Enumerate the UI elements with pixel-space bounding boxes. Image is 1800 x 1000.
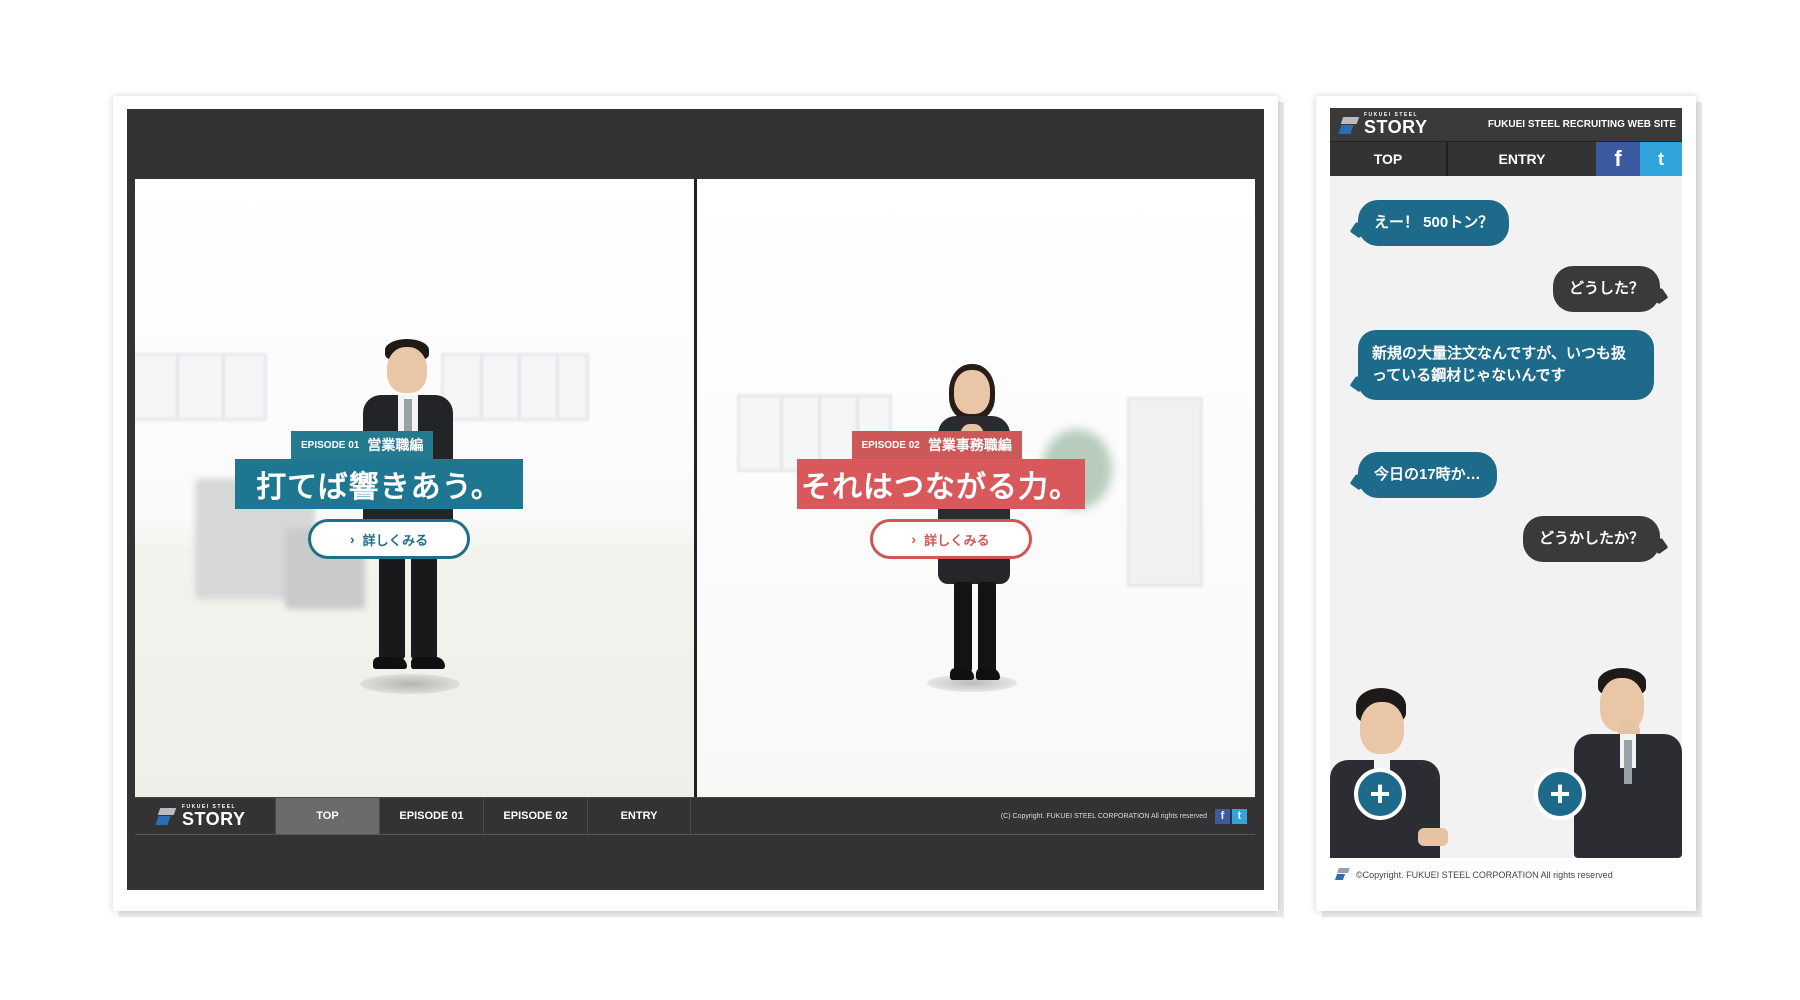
chat-message: えー！ 500トン？ <box>1374 213 1494 231</box>
mobile-mockup: FUKUEI STEEL STORY FUKUEI STEEL RECRUITI… <box>1316 96 1696 911</box>
expand-plus-button[interactable]: + <box>1534 768 1586 820</box>
episode-tag: EPISODE 02 営業事務職編 <box>851 431 1022 459</box>
site-title: FUKUEI STEEL RECRUITING WEB SITE <box>1487 119 1676 130</box>
episode-headline: それはつながる力。 <box>796 459 1085 509</box>
desktop-mockup: EPISODE 01 営業職編 打てば響きあう。 › 詳しくみる EPISODE… <box>113 96 1278 911</box>
read-more-label: 詳しくみる <box>362 532 429 548</box>
episode-number: EPISODE 02 <box>861 439 920 451</box>
episode-department: 営業職編 <box>367 437 424 453</box>
facebook-icon[interactable]: f <box>1596 142 1640 176</box>
chat-message: 新規の大量注文なんですが、いつも扱っている鋼材じゃないんです <box>1372 344 1626 385</box>
story-logo[interactable]: FUKUEI STEEL STORY <box>135 798 275 834</box>
expand-plus-button[interactable]: + <box>1354 768 1406 820</box>
chevron-right-icon: › <box>911 531 917 547</box>
nav-episode-01[interactable]: EPISODE 01 <box>379 798 483 834</box>
logo-title: STORY <box>182 808 246 829</box>
chat-bubble-left: えー！ 500トン？ <box>1349 200 1510 246</box>
background-window <box>135 353 267 421</box>
facebook-icon[interactable]: f <box>1215 808 1230 824</box>
mobile-header: FUKUEI STEEL STORY FUKUEI STEEL RECRUITI… <box>1330 108 1682 176</box>
read-more-button[interactable]: › 詳しくみる <box>308 519 470 559</box>
fukuei-logo-icon <box>1338 115 1360 135</box>
episode-headline: 打てば響きあう。 <box>235 459 523 509</box>
nav-entry[interactable]: ENTRY <box>587 798 691 834</box>
read-more-button[interactable]: › 詳しくみる <box>869 519 1032 559</box>
mobile-footer: ©Copyright. FUKUEI STEEL CORPORATION All… <box>1330 860 1682 890</box>
chat-bubble-left: 今日の17時か… <box>1349 452 1497 498</box>
episode-panel-02[interactable]: EPISODE 02 営業事務職編 それはつながる力。 › 詳しくみる <box>696 179 1255 797</box>
desktop-copyright: (C) Copyright. FUKUEI STEEL CORPORATION … <box>1001 798 1255 834</box>
logo-title: STORY <box>1364 117 1428 137</box>
twitter-icon[interactable]: t <box>1640 142 1682 176</box>
chat-message: どうかしたか？ <box>1538 529 1644 547</box>
episode-panels: EPISODE 01 営業職編 打てば響きあう。 › 詳しくみる EPISODE… <box>135 179 1255 797</box>
chat-bubble-right: どうかしたか？ <box>1522 516 1669 562</box>
businessman-figure <box>335 339 485 689</box>
episode-panel-01[interactable]: EPISODE 01 営業職編 打てば響きあう。 › 詳しくみる <box>135 179 694 797</box>
story-logo[interactable]: FUKUEI STEEL STORY <box>1338 113 1428 137</box>
twitter-icon[interactable]: t <box>1232 808 1247 824</box>
episode-department: 営業事務職編 <box>927 437 1012 453</box>
chat-message: どうした？ <box>1568 279 1644 297</box>
chat-message: 今日の17時か… <box>1374 465 1481 483</box>
character-avatar-right <box>1560 668 1682 858</box>
chevron-right-icon: › <box>349 531 355 547</box>
nav-top[interactable]: TOP <box>275 798 379 834</box>
desktop-screen: EPISODE 01 営業職編 打てば響きあう。 › 詳しくみる EPISODE… <box>127 109 1264 890</box>
chat-bubble-left: 新規の大量注文なんですが、いつも扱っている鋼材じゃないんです <box>1349 330 1654 400</box>
mobile-nav-top[interactable]: TOP <box>1330 142 1448 176</box>
background-door <box>1126 397 1203 587</box>
chat-area: えー！ 500トン？ どうした？ 新規の大量注文なんですが、いつも扱っている鋼材… <box>1330 176 1682 858</box>
fukuei-logo-icon <box>1334 867 1350 883</box>
desktop-bottom-nav: FUKUEI STEEL STORY TOP EPISODE 01 EPISOD… <box>135 797 1255 835</box>
episode-number: EPISODE 01 <box>301 439 360 451</box>
episode-tag: EPISODE 01 営業職編 <box>291 431 434 459</box>
mobile-nav-entry[interactable]: ENTRY <box>1448 142 1596 176</box>
chat-bubble-right: どうした？ <box>1552 266 1669 312</box>
copyright-text: (C) Copyright. FUKUEI STEEL CORPORATION … <box>1000 812 1207 820</box>
nav-episode-02[interactable]: EPISODE 02 <box>483 798 587 834</box>
read-more-label: 詳しくみる <box>924 532 990 548</box>
fukuei-logo-icon <box>155 806 177 826</box>
copyright-text: ©Copyright. FUKUEI STEEL CORPORATION All… <box>1356 870 1613 880</box>
